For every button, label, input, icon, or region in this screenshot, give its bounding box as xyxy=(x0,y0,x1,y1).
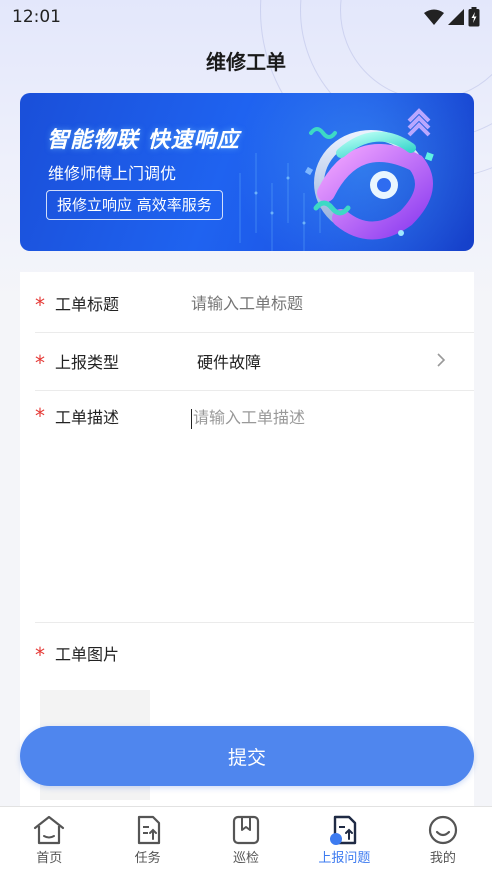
tab-report[interactable]: 上报问题 xyxy=(295,807,393,875)
promo-banner[interactable]: 智能物联 快速响应 维修师傅上门调优 报修立响应 高效率服务 xyxy=(20,93,474,251)
image-row: * 工单图片 xyxy=(35,638,459,668)
title-row: * 工单标题 xyxy=(35,288,459,318)
submit-button[interactable]: 提交 xyxy=(20,726,474,786)
tab-patrol-label: 巡检 xyxy=(233,851,260,866)
banner-subtitle: 维修师傅上门调优 xyxy=(48,164,177,183)
banner-pill: 报修立响应 高效率服务 xyxy=(46,190,223,220)
description-row: * 工单描述 请输入工单描述 xyxy=(35,404,459,434)
required-mark: * xyxy=(35,404,45,428)
battery-icon xyxy=(468,7,480,27)
cellular-signal-icon xyxy=(448,9,464,25)
required-mark: * xyxy=(35,351,45,375)
report-icon xyxy=(330,815,357,845)
tab-report-label: 上报问题 xyxy=(318,851,371,866)
bottom-tab-bar: 首页 任务 巡检 上报问题 我的 xyxy=(0,806,492,875)
profile-icon xyxy=(428,815,457,845)
divider xyxy=(35,622,474,623)
divider xyxy=(35,332,474,333)
image-label: 工单图片 xyxy=(55,645,120,664)
type-select-value[interactable]: 硬件故障 xyxy=(197,349,261,373)
tab-home[interactable]: 首页 xyxy=(0,807,98,875)
required-mark: * xyxy=(35,643,45,667)
text-cursor xyxy=(191,408,192,429)
wifi-icon xyxy=(424,9,444,25)
title-label: 工单标题 xyxy=(55,295,120,314)
page-title: 维修工单 xyxy=(206,50,286,74)
banner-headline: 智能物联 快速响应 xyxy=(47,128,240,153)
task-icon xyxy=(137,815,160,845)
banner-3d-illustration xyxy=(304,108,434,240)
status-icons xyxy=(424,7,480,27)
tab-profile-label: 我的 xyxy=(429,851,456,866)
type-label: 上报类型 xyxy=(55,353,120,372)
chevron-right-icon[interactable] xyxy=(435,350,447,370)
tab-home-label: 首页 xyxy=(36,851,63,866)
description-textarea[interactable]: 请输入工单描述 xyxy=(191,404,451,604)
title-input[interactable] xyxy=(191,293,441,313)
tab-task-label: 任务 xyxy=(134,851,161,866)
tab-task[interactable]: 任务 xyxy=(98,807,196,875)
description-placeholder: 请输入工单描述 xyxy=(193,408,306,427)
tab-profile[interactable]: 我的 xyxy=(394,807,492,875)
status-time: 12:01 xyxy=(12,7,61,27)
tab-patrol[interactable]: 巡检 xyxy=(197,807,295,875)
type-row[interactable]: * 上报类型 硬件故障 xyxy=(35,346,459,376)
divider xyxy=(35,390,474,391)
required-mark: * xyxy=(35,293,45,317)
status-bar: 12:01 xyxy=(0,0,492,34)
patrol-icon xyxy=(232,815,260,845)
description-label: 工单描述 xyxy=(55,408,120,427)
home-icon xyxy=(34,815,65,845)
